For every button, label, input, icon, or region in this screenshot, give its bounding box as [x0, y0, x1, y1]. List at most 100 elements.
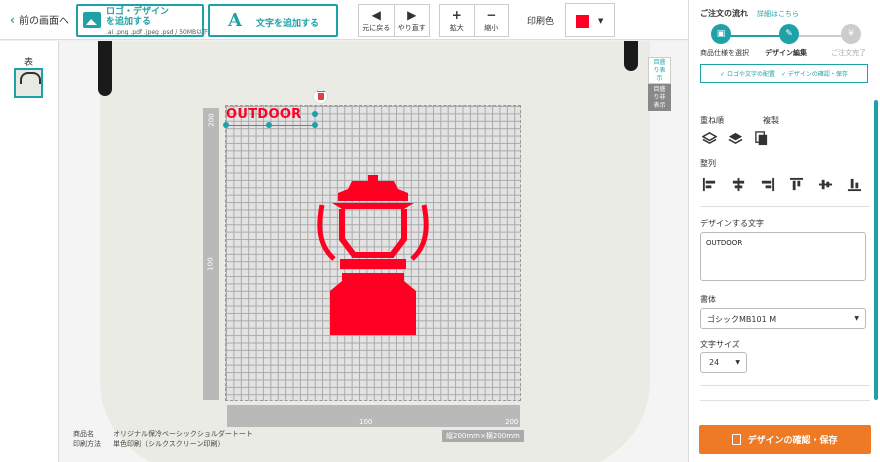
check-item-save: ✓ デザインの確認・保存 [781, 71, 848, 78]
color-swatch [576, 15, 589, 28]
undo-label: 元に戻る [362, 23, 391, 32]
product-name: オリジナル保冷ベーシックショルダートート [113, 430, 253, 438]
resize-handle-left[interactable] [223, 122, 229, 128]
step-design-edit: ✎ [779, 24, 799, 44]
vertical-ruler: 200 100 [203, 108, 219, 400]
step-label-complete: ご注文完了 [831, 49, 866, 57]
print-method: 単色印刷（シルクスクリーン印刷） [113, 440, 225, 448]
font-select[interactable]: ゴシックMB101 M ▼ [700, 308, 866, 329]
font-label: 書体 [700, 295, 716, 304]
hide-grid-button[interactable]: 目盛り非表示 [648, 84, 671, 111]
hide-grid-label: 目盛り非表示 [653, 85, 666, 109]
history-group: ◀ 元に戻る ▶ やり直す [358, 4, 430, 37]
redo-button[interactable]: ▶ やり直す [395, 5, 430, 36]
zoom-group: + 拡大 − 縮小 [439, 4, 509, 37]
ruler-v-100: 100 [206, 257, 215, 271]
product-info: 商品名 オリジナル保冷ベーシックショルダートート 印刷方法 単色印刷（シルクスクリー… [73, 429, 253, 449]
align-right-icon[interactable] [760, 177, 775, 192]
duplicate-icon[interactable] [754, 131, 769, 146]
side-thumbnails: 表 [0, 41, 59, 462]
zoom-out-button[interactable]: − 縮小 [475, 5, 509, 36]
rotate-handle[interactable] [312, 111, 318, 117]
font-size-value: 24 [709, 358, 720, 367]
order-flow-title: ご注文の流れ [700, 9, 748, 18]
align-middle-icon[interactable] [818, 177, 833, 192]
back-button[interactable]: ‹ 前の画面へ [10, 12, 69, 28]
gift-icon: ▣ [716, 29, 726, 39]
yen-icon: ¥ [848, 29, 854, 39]
show-grid-button[interactable]: 目盛り表示 [648, 57, 671, 84]
zoom-out-label: 縮小 [484, 23, 499, 32]
print-method-key: 印刷方法 [73, 440, 101, 448]
minus-icon: − [486, 7, 497, 22]
delete-element-button[interactable] [313, 89, 328, 104]
add-text-button[interactable]: A 文字を追加する [208, 4, 338, 37]
align-label: 整列 [700, 159, 716, 168]
design-canvas[interactable]: 目盛り表示 目盛り非表示 200 100 100 200 縦200mm×横200… [60, 41, 688, 462]
toolbar: ‹ 前の画面へ ロゴ・デザインを追加する .ai .png .pdf .jpeg… [0, 0, 688, 40]
confirm-save-button[interactable]: デザインの確認・保存 [699, 425, 871, 454]
step-label-spec: 商品仕様を選択 [700, 49, 749, 57]
resize-handle-right[interactable] [312, 122, 318, 128]
align-center-icon[interactable] [731, 177, 746, 192]
zoom-in-button[interactable]: + 拡大 [440, 5, 475, 36]
print-color-select[interactable]: ▼ [565, 3, 615, 37]
panel-scrollbar[interactable] [874, 100, 878, 400]
design-text-label: デザインする文字 [700, 219, 764, 228]
bring-forward-icon[interactable] [702, 131, 717, 146]
bag-strap-left [98, 41, 112, 96]
step-label-edit: デザイン編集 [765, 49, 807, 57]
show-grid-label: 目盛り表示 [653, 58, 666, 82]
step-select-spec: ▣ [711, 24, 731, 44]
design-text-input[interactable]: OUTDOOR [700, 232, 866, 281]
undo-icon: ◀ [371, 7, 381, 22]
caret-down-icon: ▼ [598, 17, 604, 25]
lantern-illustration[interactable] [312, 175, 434, 335]
panel-divider [700, 385, 870, 386]
back-label: 前の画面へ [18, 16, 69, 27]
font-size-select[interactable]: 24 ▼ [700, 352, 747, 373]
font-size-label: 文字サイズ [700, 340, 740, 349]
design-text-outdoor[interactable]: OUTDOOR [226, 107, 301, 122]
zoom-in-label: 拡大 [449, 23, 464, 32]
ruler-h-200: 200 [505, 418, 519, 426]
ruler-v-200: 200 [207, 113, 216, 127]
caret-down-icon: ▼ [735, 359, 740, 366]
edit-panel: ご注文の流れ 詳細はこちら ▣ ✎ ¥ 商品仕様を選択 デザイン編集 ご注文完了… [688, 0, 880, 462]
align-left-icon[interactable] [702, 177, 717, 192]
align-bottom-icon[interactable] [847, 177, 862, 192]
redo-label: やり直す [397, 23, 426, 32]
confirm-save-label: デザインの確認・保存 [747, 436, 838, 446]
pencil-icon: ✎ [785, 29, 793, 39]
align-top-icon[interactable] [789, 177, 804, 192]
check-item-layout: ✓ ロゴや文字の配置 [720, 71, 775, 78]
flow-details-link[interactable]: 詳細はこちら [757, 9, 799, 19]
product-name-key: 商品名 [73, 430, 94, 438]
image-icon [83, 12, 101, 28]
chevron-left-icon: ‹ [10, 12, 15, 27]
print-area-size: 縦200mm×横200mm [442, 430, 524, 442]
layer-order-label: 重ね順 [700, 116, 724, 125]
caret-down-icon: ▼ [854, 315, 859, 322]
step-order-complete: ¥ [841, 24, 861, 44]
align-tools [702, 177, 862, 192]
resize-handle-center[interactable] [266, 122, 272, 128]
send-backward-icon[interactable] [728, 131, 743, 146]
undo-button[interactable]: ◀ 元に戻る [359, 5, 395, 36]
upload-design-button[interactable]: ロゴ・デザインを追加する .ai .png .pdf .jpeg .psd / … [76, 4, 208, 37]
add-text-label: 文字を追加する [256, 19, 320, 29]
front-thumbnail[interactable] [14, 68, 43, 98]
text-icon: A [228, 10, 242, 31]
trash-icon [316, 91, 325, 100]
bag-strap-right [624, 41, 638, 71]
document-icon [732, 434, 742, 445]
panel-divider [700, 400, 870, 401]
panel-divider [700, 206, 870, 207]
edit-checklist: ✓ ロゴや文字の配置 ✓ デザインの確認・保存 [700, 64, 868, 83]
horizontal-ruler: 100 200 [227, 405, 520, 427]
print-color-label: 印刷色 [527, 17, 555, 27]
ruler-h-100: 100 [359, 418, 373, 426]
font-value: ゴシックMB101 M [707, 315, 777, 324]
plus-icon: + [451, 7, 462, 22]
layer-tools [702, 131, 769, 146]
